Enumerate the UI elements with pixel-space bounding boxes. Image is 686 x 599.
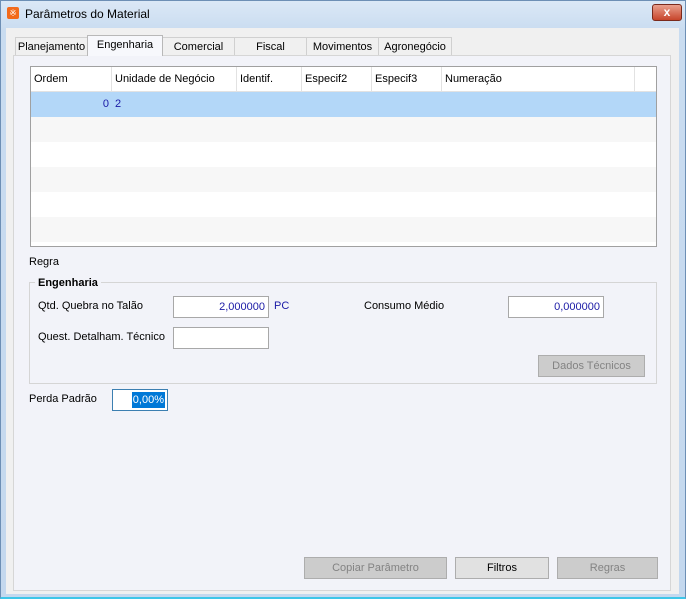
perda-padrao-value: 0,00% — [131, 392, 165, 408]
qtd-quebra-input[interactable]: 2,000000 — [173, 296, 269, 318]
col-identif[interactable]: Identif. — [237, 67, 302, 92]
tab-agronegocio[interactable]: Agronegócio — [378, 37, 452, 56]
col-spacer — [635, 67, 656, 92]
filtros-button[interactable]: Filtros — [455, 557, 549, 579]
quest-input[interactable] — [173, 327, 269, 349]
dados-tecnicos-button[interactable]: Dados Técnicos — [538, 355, 645, 377]
perda-padrao-input[interactable]: 0,00% — [112, 389, 168, 411]
col-especif3[interactable]: Especif3 — [372, 67, 442, 92]
tab-planejamento[interactable]: Planejamento — [15, 37, 88, 56]
app-icon: ※ — [7, 7, 19, 19]
cell-ordem: 0 — [102, 98, 109, 110]
close-button[interactable]: x — [652, 4, 682, 21]
copiar-parametro-button[interactable]: Copiar Parâmetro — [304, 557, 447, 579]
tab-engenharia[interactable]: Engenharia — [87, 35, 163, 56]
qtd-unit: PC — [274, 300, 290, 312]
col-ordem[interactable]: Ordem — [31, 67, 112, 92]
regra-label: Regra — [29, 256, 59, 268]
tab-comercial[interactable]: Comercial — [162, 37, 235, 56]
quest-label: Quest. Detalham. Técnico — [38, 331, 165, 343]
engenharia-legend: Engenharia — [35, 277, 101, 289]
window-title: Parâmetros do Material — [25, 7, 150, 21]
qtd-quebra-label: Qtd. Quebra no Talão — [38, 300, 143, 312]
consumo-medio-input[interactable]: 0,000000 — [508, 296, 604, 318]
col-especif2[interactable]: Especif2 — [302, 67, 372, 92]
consumo-medio-label: Consumo Médio — [364, 300, 445, 312]
tab-fiscal[interactable]: Fiscal — [234, 37, 307, 56]
empty-row — [31, 167, 656, 192]
perda-padrao-label: Perda Padrão — [29, 393, 97, 405]
empty-row — [31, 142, 656, 167]
tab-movimentos[interactable]: Movimentos — [306, 37, 379, 56]
col-numeracao[interactable]: Numeração — [442, 67, 635, 92]
empty-row — [31, 217, 656, 242]
regras-button[interactable]: Regras — [557, 557, 658, 579]
empty-row — [31, 192, 656, 217]
cell-unidade: 2 — [115, 98, 122, 110]
table-row[interactable]: 0 2 — [31, 92, 656, 117]
empty-row — [31, 117, 656, 142]
parameters-grid[interactable]: Ordem Unidade de Negócio Identif. Especi… — [30, 66, 657, 247]
col-unidade[interactable]: Unidade de Negócio — [112, 67, 237, 92]
